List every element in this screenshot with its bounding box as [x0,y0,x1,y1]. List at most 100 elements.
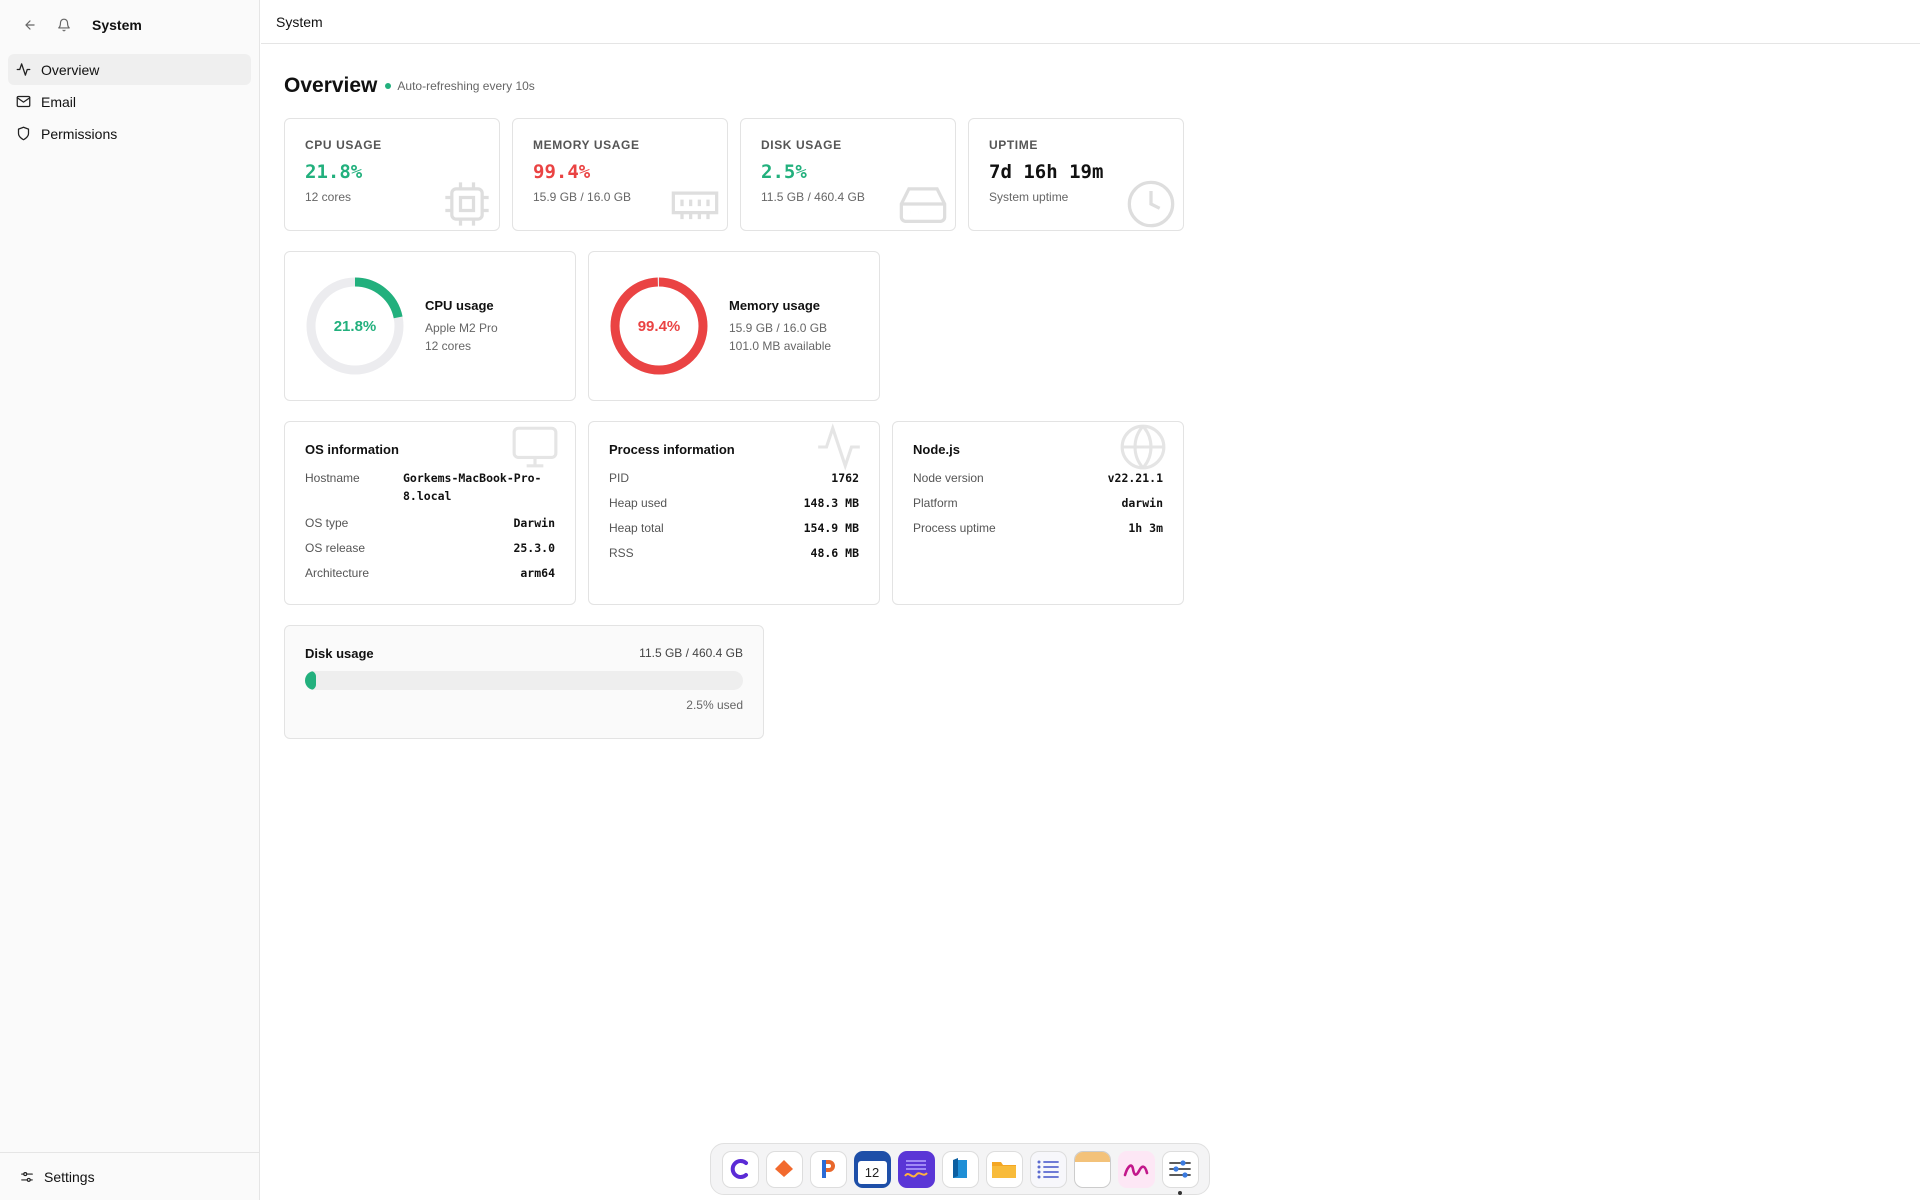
app-dock: 12 [710,1143,1210,1195]
main-content: Overview Auto-refreshing every 10s CPU U… [284,44,1184,739]
process-info-card: Process information PID 1762 Heap used 148… [588,421,880,605]
info-key: Platform [913,496,958,510]
disk-usage-card: Disk usage 11.5 GB / 460.4 GB 2.5% used [284,625,764,739]
disk-usage-fill [305,671,316,690]
disk-usage-bar [305,671,743,690]
stat-label: UPTIME [989,138,1038,152]
live-status-dot [385,83,392,89]
sidebar-nav: Overview Email Permissions [0,50,259,154]
info-row: Hostname Gorkems-MacBook-Pro-8.local [305,471,555,505]
info-cards: OS information Hostname Gorkems-MacBook-P… [284,421,1184,605]
running-indicator [1178,1190,1182,1195]
disk-usage-title: Disk usage [305,646,374,661]
topbar: System [261,0,1920,44]
info-key: Heap total [609,521,664,535]
orange-app-icon[interactable] [765,1150,803,1188]
clock-icon [1127,180,1175,228]
info-value: 148.3 MB [803,496,859,510]
cpu-stat-card: CPU USAGE 21.8% 12 cores [284,118,500,231]
gauge-line: 12 cores [425,338,472,353]
blue-book-icon[interactable] [941,1150,979,1188]
memory-ring-label: 99.4% [638,318,681,335]
memory-ring-gauge: 99.4% [610,277,708,375]
info-row: Heap used 148.3 MB [609,496,859,510]
refresh-status: Auto-refreshing every 10s [397,79,535,93]
info-key: OS type [305,516,349,530]
memory-gauge-card: 99.4% Memory usage 15.9 GB / 16.0 GB 101… [588,251,880,401]
cpu-ring-label: 21.8% [334,318,377,335]
info-row: Heap total 154.9 MB [609,521,859,535]
sidebar-title: System [92,17,142,33]
hard-drive-icon [899,187,947,223]
purple-notes-icon[interactable] [897,1150,935,1188]
sliders-icon[interactable] [1161,1150,1199,1195]
p-app-icon[interactable] [809,1150,847,1188]
shield-icon [17,126,30,141]
info-key: Node version [913,471,984,485]
calendar-icon[interactable]: 12 [853,1150,891,1188]
memory-stick-icon [671,191,719,220]
os-info-card: OS information Hostname Gorkems-MacBook-P… [284,421,576,605]
stat-label: MEMORY USAGE [533,138,640,152]
sidebar-header: System [0,0,259,50]
gauge-title: CPU usage [425,297,494,313]
c-app-icon[interactable] [721,1150,759,1188]
sidebar-item-email[interactable]: Email [8,86,251,117]
info-key: PID [609,471,630,485]
info-value: v22.21.1 [1107,471,1163,485]
info-row: OS type Darwin [305,516,555,530]
disk-usage-header: Disk usage 11.5 GB / 460.4 GB [305,646,743,661]
info-key: RSS [609,546,634,560]
scribble-icon[interactable] [1117,1150,1155,1188]
info-row: Platform darwin [913,496,1163,510]
folder-icon[interactable] [985,1150,1023,1188]
node-info-card: Node.js Node version v22.21.1 Platform dar… [892,421,1184,605]
uptime-stat-card: UPTIME 7d 16h 19m System uptime [968,118,1184,231]
calendar-day: 12 [857,1161,887,1184]
gauge-line: 101.0 MB available [729,338,832,353]
cpu-chip-icon [445,182,489,226]
gauge-line: 15.9 GB / 16.0 GB [729,320,828,335]
activity-bg-icon [818,423,860,471]
stat-label: DISK USAGE [761,138,842,152]
info-key: OS release [305,541,366,555]
cpu-gauge-info: CPU usage Apple M2 Pro 12 cores [425,298,498,355]
info-row: Architecture arm64 [305,566,555,580]
info-row: PID 1762 [609,471,859,485]
info-value: 25.3.0 [513,541,555,555]
info-row: OS release 25.3.0 [305,541,555,555]
settings-label: Settings [44,1168,95,1185]
page-title: Overview [284,74,378,97]
globe-icon [1120,424,1166,470]
info-value: 154.9 MB [803,521,859,535]
info-value: Gorkems-MacBook-Pro-8.local [403,471,542,503]
settings-button[interactable]: Settings [0,1152,259,1200]
info-value: arm64 [520,566,555,580]
memory-gauge-info: Memory usage 15.9 GB / 16.0 GB 101.0 MB … [729,298,831,355]
sidebar-item-permissions[interactable]: Permissions [8,118,251,149]
settings-sliders-icon [21,1171,33,1182]
info-key: Hostname [305,471,360,485]
info-value: 1h 3m [1128,521,1163,535]
sidebar-item-label: Email [41,93,77,110]
cpu-gauge-card: 21.8% CPU usage Apple M2 Pro 12 cores [284,251,576,401]
info-value: Darwin [513,516,555,530]
sidebar: System Overview Email Permissions Settin… [0,0,260,1200]
activity-icon [16,63,31,76]
list-icon[interactable] [1029,1150,1067,1188]
notepad-icon[interactable] [1073,1150,1111,1188]
sidebar-item-label: Overview [41,61,100,78]
disk-usage-value: 11.5 GB / 460.4 GB [639,646,743,660]
disk-usage-percent: 2.5% used [686,698,743,712]
bell-icon[interactable] [54,15,74,35]
back-arrow-icon[interactable] [20,15,40,35]
info-row: Process uptime 1h 3m [913,521,1163,535]
monitor-icon [512,426,558,468]
gauge-cards: 21.8% CPU usage Apple M2 Pro 12 cores 99… [284,251,1184,401]
info-value: 48.6 MB [810,546,859,560]
cpu-ring-gauge: 21.8% [306,277,404,375]
info-key: Process uptime [913,521,996,535]
sidebar-item-overview[interactable]: Overview [8,54,251,85]
info-value: 1762 [831,471,859,485]
memory-stat-card: MEMORY USAGE 99.4% 15.9 GB / 16.0 GB [512,118,728,231]
